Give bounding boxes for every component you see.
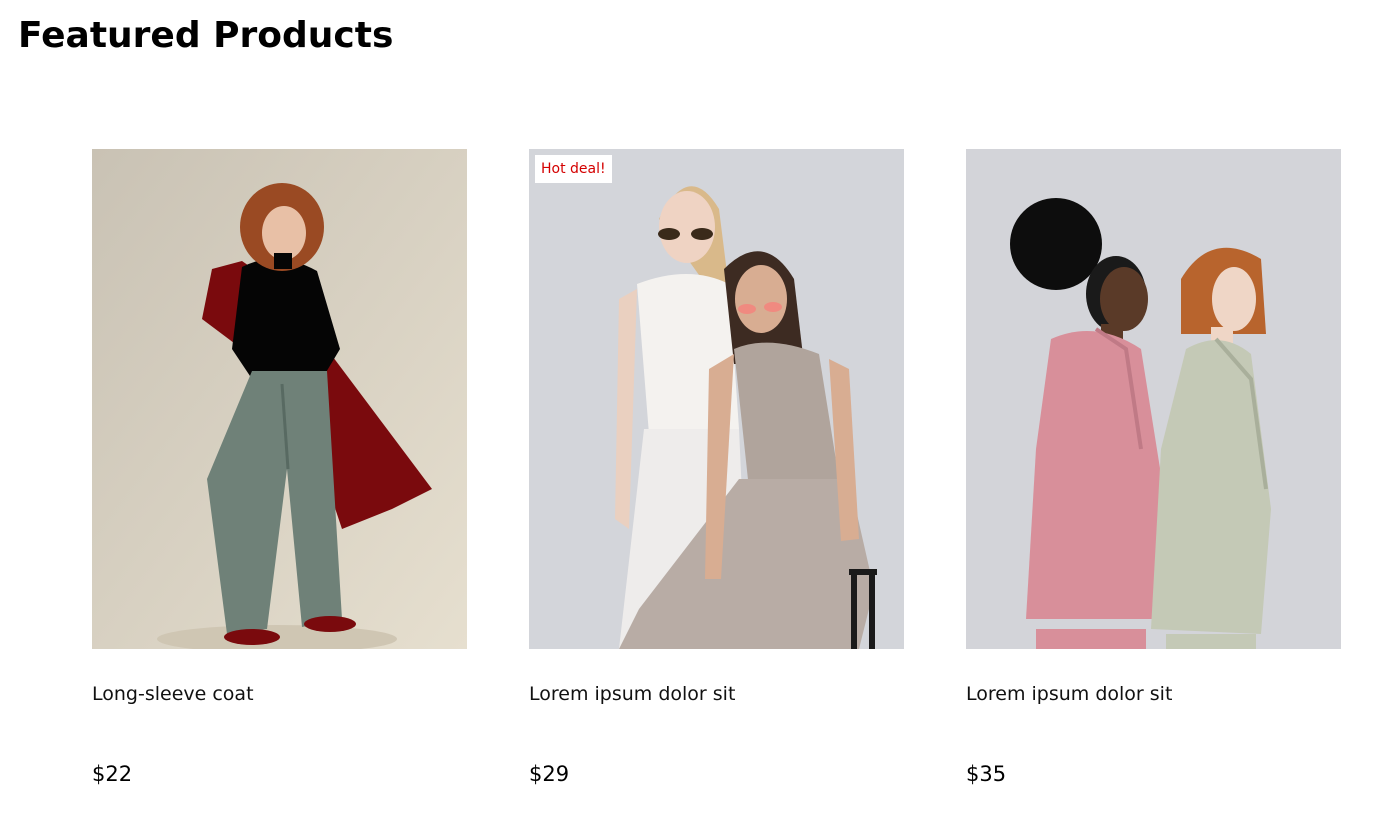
woman-red-coat-illustration [92,149,467,649]
page-title: Featured Products [18,15,394,56]
product-card[interactable]: Hot deal! Lorem ipsum dolor sit $29 [529,149,904,787]
product-photo-icon[interactable] [966,149,1341,649]
product-photo-icon[interactable] [92,149,467,649]
product-price: $29 [529,762,570,786]
product-name[interactable]: Lorem ipsum dolor sit [966,681,1341,707]
product-photo-icon[interactable]: Hot deal! [529,149,904,649]
hot-deal-badge: Hot deal! [535,155,612,183]
two-women-blazers-illustration [966,149,1341,649]
product-card[interactable]: Long-sleeve coat $22 [92,149,467,787]
product-grid: Long-sleeve coat $22 Hot deal! Lorem ips… [92,149,1341,787]
two-women-knitwear-illustration [529,149,904,649]
product-name[interactable]: Lorem ipsum dolor sit [529,681,904,707]
product-card[interactable]: Lorem ipsum dolor sit $35 [966,149,1341,787]
product-price: $35 [966,762,1007,786]
product-name[interactable]: Long-sleeve coat [92,681,467,707]
product-price: $22 [92,762,133,786]
